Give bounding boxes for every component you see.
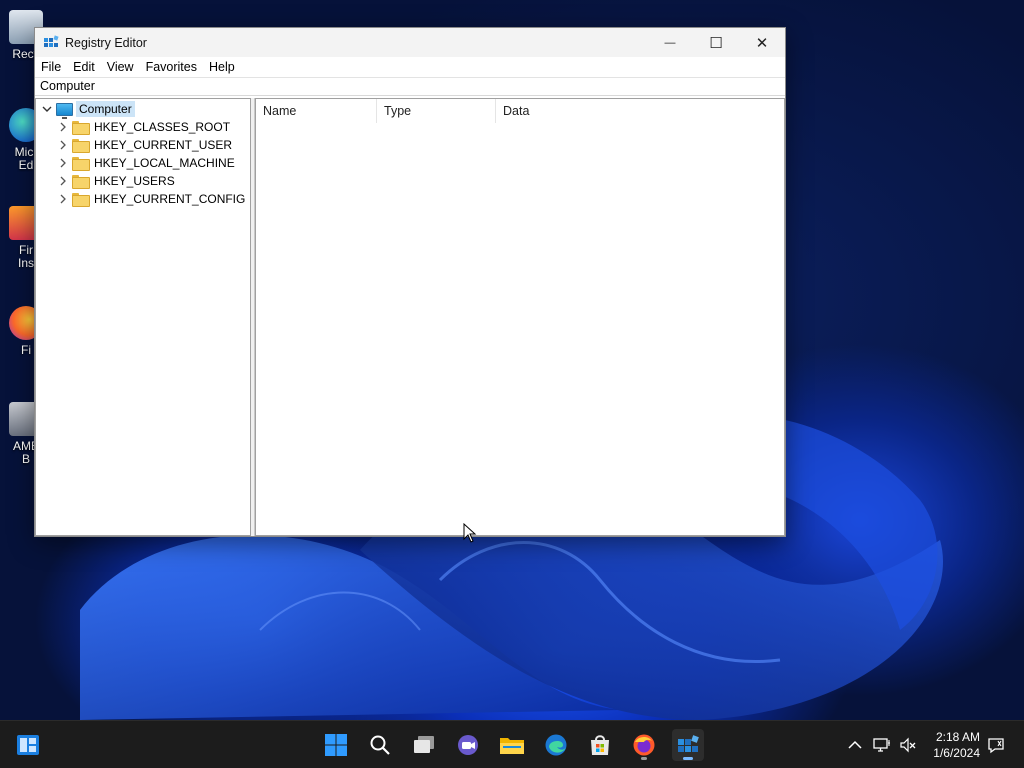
registry-editor-icon — [678, 735, 699, 752]
notification-icon — [988, 738, 1004, 754]
show-hidden-icons-button[interactable] — [845, 735, 865, 755]
clock-time: 2:18 AM — [935, 730, 980, 744]
computer-icon — [56, 102, 73, 119]
maximize-button[interactable]: ☐ — [693, 28, 739, 57]
close-icon: ✕ — [755, 34, 769, 52]
active-indicator — [683, 757, 693, 760]
tree-item-label: Computer — [76, 101, 135, 117]
store-button[interactable] — [584, 729, 616, 761]
tree-item-computer[interactable]: Computer — [40, 100, 135, 119]
close-button[interactable]: ✕ — [739, 28, 785, 57]
network-icon — [873, 738, 890, 752]
notifications-button[interactable] — [986, 735, 1006, 755]
minimize-icon: — — [664, 36, 676, 49]
widgets-icon — [17, 735, 39, 755]
edge-icon — [545, 734, 567, 756]
tree-item-hkey-local-machine[interactable]: HKEY_LOCAL_MACHINE — [56, 154, 238, 172]
tree-item-label: HKEY_CLASSES_ROOT — [94, 120, 231, 134]
firefox-icon — [633, 734, 655, 756]
menu-help[interactable]: Help — [203, 57, 241, 77]
key-tree[interactable]: Computer HKEY_CLASSES_ROOT HKEY_CURRENT_… — [35, 98, 251, 536]
start-button[interactable] — [320, 729, 352, 761]
menu-favorites[interactable]: Favorites — [140, 57, 203, 77]
volume-button[interactable] — [898, 735, 918, 755]
folder-icon — [72, 157, 90, 171]
folder-icon — [72, 121, 90, 135]
chevron-right-icon[interactable] — [56, 120, 70, 134]
menu-edit[interactable]: Edit — [67, 57, 101, 77]
folder-icon — [72, 139, 90, 153]
chevron-right-icon[interactable] — [56, 192, 70, 206]
store-icon — [591, 735, 609, 755]
tree-item-label: HKEY_CURRENT_CONFIG — [94, 192, 246, 206]
address-bar[interactable]: Computer — [35, 77, 785, 96]
column-headers: Name Type Data — [256, 99, 784, 123]
menu-bar: File Edit View Favorites Help — [35, 57, 785, 77]
title-bar[interactable]: Registry Editor — ☐ ✕ — [35, 28, 785, 57]
tree-item-label: HKEY_USERS — [94, 174, 175, 188]
running-indicator — [641, 757, 647, 760]
folder-icon — [72, 175, 90, 189]
minimize-button[interactable]: — — [647, 28, 693, 57]
menu-view[interactable]: View — [101, 57, 140, 77]
maximize-icon: ☐ — [709, 34, 723, 52]
values-list[interactable]: Name Type Data — [255, 98, 785, 536]
task-view-button[interactable] — [408, 729, 440, 761]
file-explorer-button[interactable] — [496, 729, 528, 761]
windows-start-icon — [325, 734, 347, 756]
tree-item-hkey-classes-root[interactable]: HKEY_CLASSES_ROOT — [56, 118, 233, 136]
column-header-name[interactable]: Name — [256, 99, 377, 123]
folder-icon — [72, 193, 90, 207]
mouse-cursor-icon — [463, 523, 477, 543]
search-button[interactable] — [364, 729, 396, 761]
volume-muted-icon — [900, 737, 916, 753]
task-view-icon — [414, 736, 434, 753]
tree-item-label: HKEY_LOCAL_MACHINE — [94, 156, 235, 170]
taskbar: 2:18 AM 1/6/2024 — [0, 720, 1024, 768]
firefox-button[interactable] — [628, 729, 660, 761]
folder-icon — [500, 738, 524, 754]
chat-button[interactable] — [452, 729, 484, 761]
chevron-down-icon[interactable] — [40, 102, 54, 116]
column-header-data[interactable]: Data — [496, 99, 784, 123]
chat-icon — [458, 735, 478, 755]
clock[interactable]: 2:18 AM 1/6/2024 — [933, 729, 980, 761]
chevron-right-icon[interactable] — [56, 138, 70, 152]
chevron-right-icon[interactable] — [56, 156, 70, 170]
registry-editor-icon — [44, 34, 59, 47]
edge-button[interactable] — [540, 729, 572, 761]
tree-item-hkey-current-config[interactable]: HKEY_CURRENT_CONFIG — [56, 190, 248, 208]
network-button[interactable] — [872, 735, 892, 755]
menu-file[interactable]: File — [35, 57, 67, 77]
chevron-right-icon[interactable] — [56, 174, 70, 188]
widgets-button[interactable] — [12, 729, 44, 761]
column-header-type[interactable]: Type — [377, 99, 496, 123]
window-title: Registry Editor — [65, 35, 147, 50]
search-icon — [370, 735, 390, 755]
registry-editor-taskbar-button[interactable] — [672, 729, 704, 761]
clock-date: 1/6/2024 — [933, 746, 980, 760]
registry-editor-window: Registry Editor — ☐ ✕ File Edit View Fav… — [34, 27, 786, 537]
tree-item-hkey-current-user[interactable]: HKEY_CURRENT_USER — [56, 136, 235, 154]
tree-item-label: HKEY_CURRENT_USER — [94, 138, 233, 152]
tree-item-hkey-users[interactable]: HKEY_USERS — [56, 172, 178, 190]
chevron-up-icon — [848, 740, 862, 749]
